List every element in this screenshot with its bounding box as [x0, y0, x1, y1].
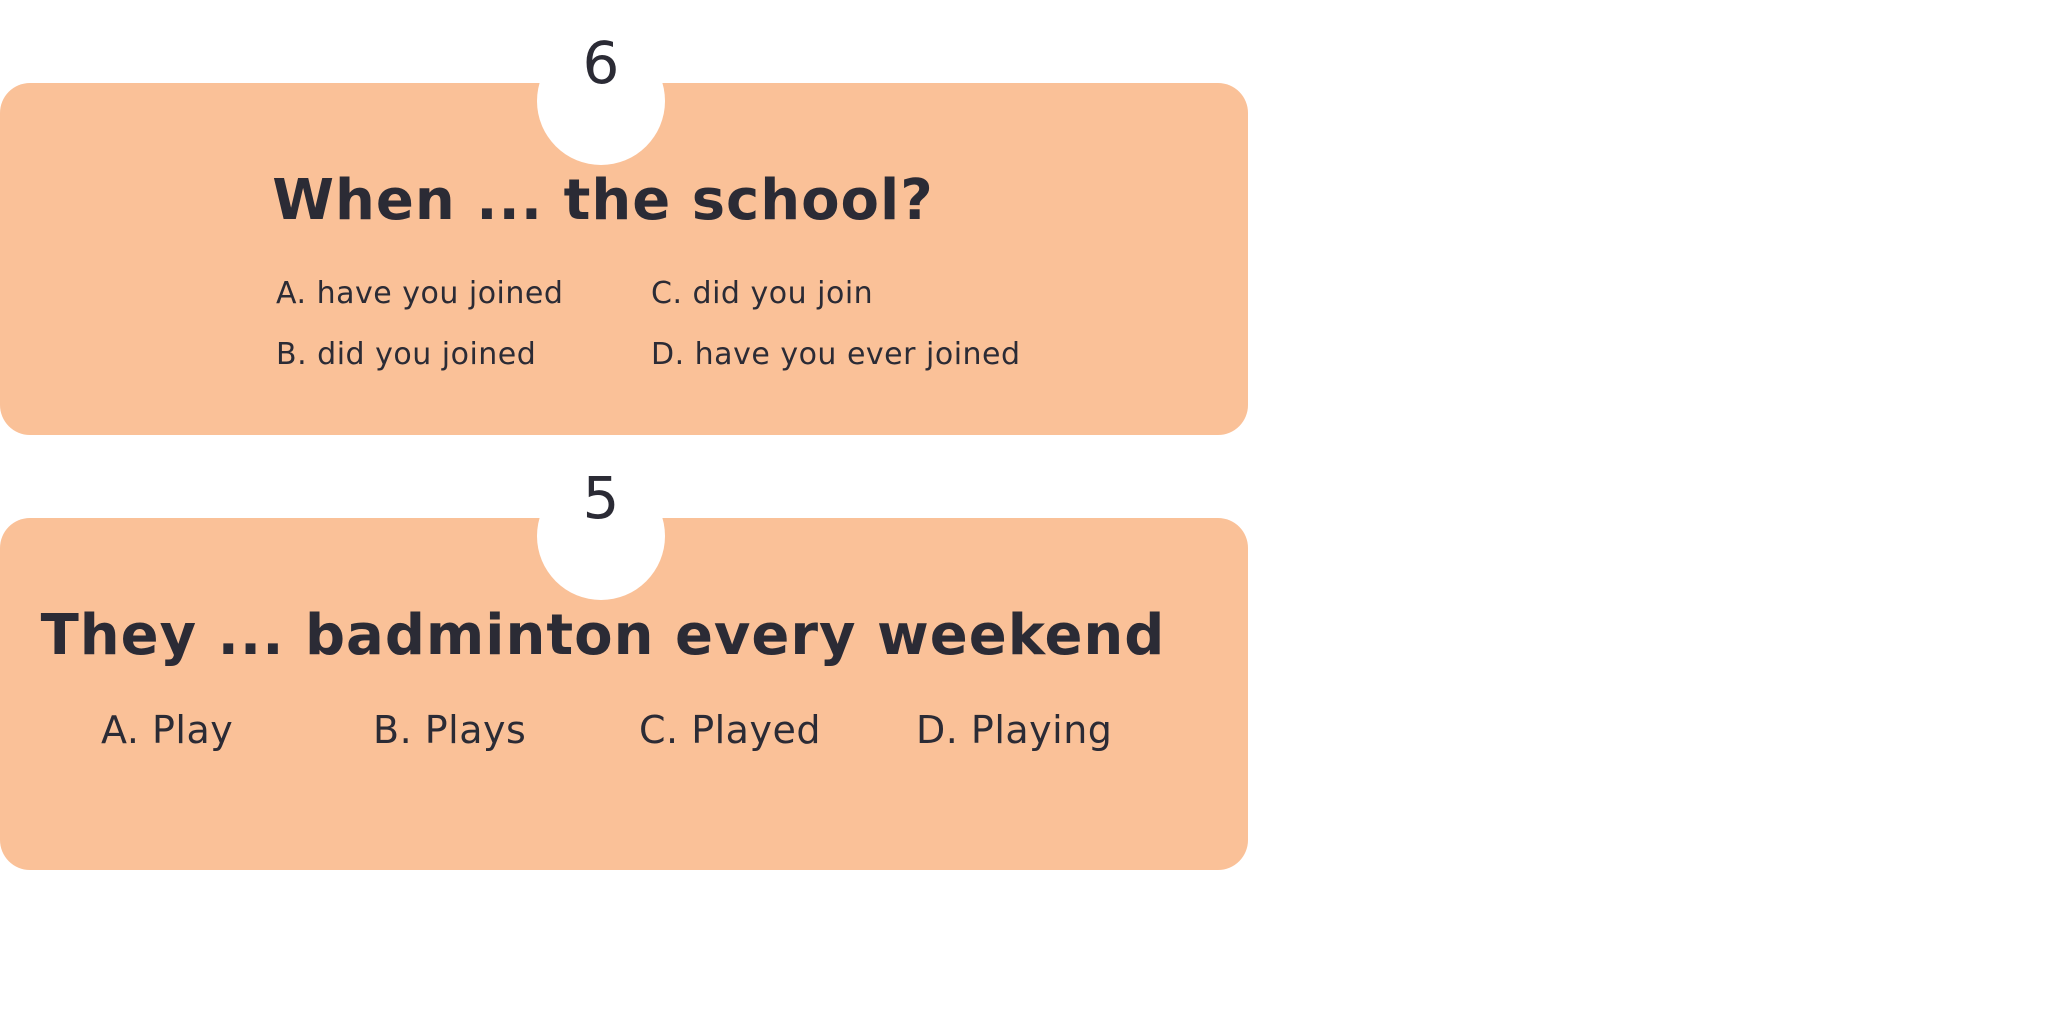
option-b[interactable]: B. did you joined — [276, 337, 536, 373]
question-text: They ... badminton every weekend — [40, 603, 1166, 668]
question-text: When ... the school? — [272, 168, 934, 233]
option-d[interactable]: D. have you ever joined — [651, 337, 1021, 373]
option-c[interactable]: C. did you join — [651, 276, 873, 312]
question-card-6: When ... the school? A. have you joined … — [0, 37, 1248, 435]
option-c[interactable]: C. Played — [639, 708, 821, 752]
option-d[interactable]: D. Playing — [916, 708, 1112, 752]
question-card-5: They ... badminton every weekend A. Play… — [0, 472, 1248, 870]
option-a[interactable]: A. Play — [101, 708, 233, 752]
option-b[interactable]: B. Plays — [373, 708, 526, 752]
option-a[interactable]: A. have you joined — [276, 276, 563, 312]
question-number: 6 — [582, 29, 620, 97]
question-number: 5 — [582, 464, 620, 532]
